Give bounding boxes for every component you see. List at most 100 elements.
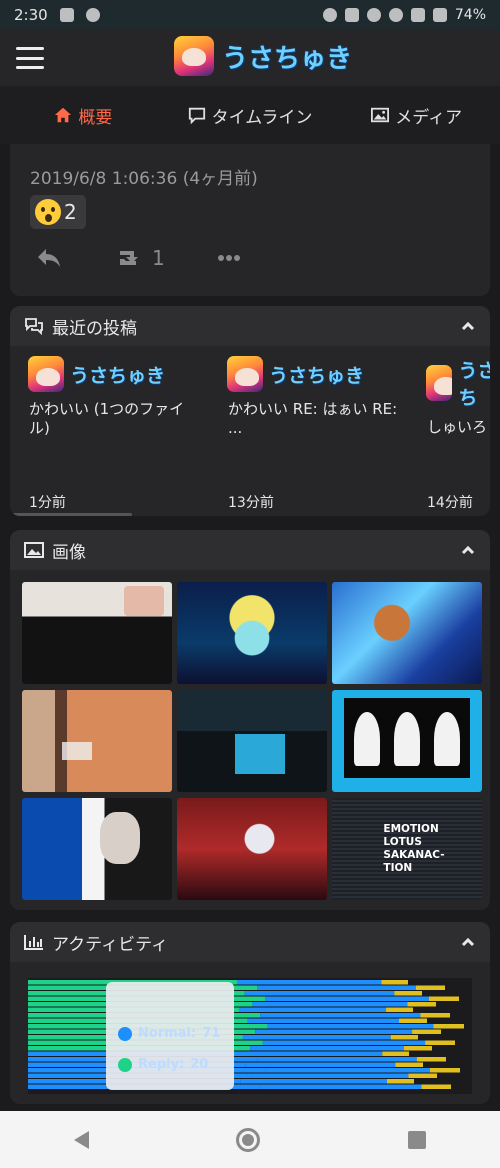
note-card[interactable]: うさち しゅいろ 14分前 <box>418 356 490 512</box>
tab-media-label: メディア <box>395 107 463 128</box>
activity-section: アクティビティ Normal: 71 Reply: 20 <box>10 922 490 1104</box>
surprised-face-icon <box>35 199 61 225</box>
recent-posts-header[interactable]: 最近の投稿 <box>10 306 490 346</box>
album-line: LOTUS <box>383 836 422 848</box>
activity-header[interactable]: アクティビティ <box>10 922 490 962</box>
tab-timeline-label: タイムライン <box>211 107 313 128</box>
activity-band <box>416 1057 446 1062</box>
image-grid: EMOTION LOTUS SAKANAC- TION <box>10 570 490 900</box>
note-user[interactable]: うさち <box>458 356 490 410</box>
retweet-icon <box>118 251 138 265</box>
activity-band <box>262 1040 426 1045</box>
wifi-icon <box>388 8 403 22</box>
activity-band <box>407 1002 436 1007</box>
activity-band <box>260 1013 421 1018</box>
more-button[interactable] <box>217 254 241 262</box>
activity-band <box>395 1062 423 1067</box>
album-cover-text: EMOTION LOTUS SAKANAC- TION <box>383 823 444 875</box>
system-nav-bar <box>0 1111 500 1168</box>
note-user[interactable]: うさちゅき <box>269 361 364 388</box>
status-time: 2:30 <box>14 6 48 24</box>
images-header[interactable]: 画像 <box>10 530 490 570</box>
image-thumbnail[interactable] <box>22 582 172 684</box>
tab-media[interactable]: メディア <box>333 86 500 144</box>
activity-band <box>415 985 445 990</box>
image-thumbnail[interactable] <box>22 798 172 900</box>
note-card[interactable]: うさちゅき かわいい (1つのファイル) 1分前 <box>20 356 209 512</box>
reaction-count: 2 <box>64 200 77 224</box>
activity-band <box>394 991 422 996</box>
bluetooth-icon <box>322 8 337 22</box>
post-actions: 1 <box>36 246 241 270</box>
image-thumbnail[interactable] <box>22 690 172 792</box>
activity-band <box>250 1046 404 1051</box>
image-thumbnail[interactable] <box>177 690 327 792</box>
chart-tooltip: Normal: 71 Reply: 20 <box>106 982 234 1090</box>
comments-icon <box>25 318 43 335</box>
note-time: 1分前 <box>29 495 66 511</box>
image-thumbnail[interactable]: EMOTION LOTUS SAKANAC- TION <box>332 798 482 900</box>
note-card[interactable]: うさちゅき かわいい RE: はぁい RE: ... 13分前 <box>219 356 408 512</box>
tab-bar: 概要 タイムライン メディア <box>0 86 500 144</box>
reply-icon <box>38 249 60 267</box>
tab-overview[interactable]: 概要 <box>0 86 167 144</box>
vibrate-icon <box>344 8 359 22</box>
image-thumbnail[interactable] <box>332 690 482 792</box>
signal-icon <box>410 8 425 22</box>
activity-band <box>244 991 395 996</box>
activity-band <box>381 980 408 985</box>
activity-chart[interactable] <box>28 978 472 1094</box>
user-avatar[interactable] <box>28 356 64 392</box>
activity-band <box>386 1007 413 1012</box>
reply-button[interactable] <box>36 247 62 269</box>
image-thumbnail[interactable] <box>332 582 482 684</box>
chevron-up-icon[interactable] <box>460 318 476 334</box>
tab-timeline[interactable]: タイムライン <box>167 86 334 144</box>
horizontal-scrollbar[interactable] <box>10 513 132 516</box>
brand-name: うさちゅき <box>222 43 353 74</box>
more-icon <box>217 255 240 261</box>
tooltip-normal-label: Normal: <box>138 1026 197 1041</box>
activity-band <box>412 1029 441 1034</box>
bar-chart-icon <box>24 935 43 950</box>
post-timestamp[interactable]: 2019/6/8 1:06:36 (4ヶ月前) <box>30 164 258 189</box>
brand-avatar <box>174 36 214 76</box>
battery-percent: 74% <box>454 7 486 23</box>
home-button-icon[interactable] <box>236 1127 261 1152</box>
album-line: SAKANAC- <box>383 849 445 861</box>
app-bar: うさちゅき <box>0 30 500 86</box>
tooltip-reply-value: 20 <box>190 1057 209 1072</box>
tooltip-normal-value: 71 <box>202 1026 221 1041</box>
chevron-up-icon[interactable] <box>460 542 476 558</box>
brand[interactable]: うさちゅき <box>174 36 352 76</box>
comment-icon <box>188 107 205 124</box>
activity-band <box>421 1084 451 1089</box>
activity-band <box>240 1079 387 1084</box>
renote-count: 1 <box>152 246 165 270</box>
user-avatar[interactable] <box>227 356 263 392</box>
user-avatar[interactable] <box>426 365 453 401</box>
images-title: 画像 <box>52 542 86 563</box>
album-line: EMOTION <box>383 823 439 835</box>
image-thumbnail[interactable] <box>177 798 327 900</box>
status-bar: 2:30 74% <box>0 0 500 30</box>
activity-band <box>265 1068 430 1073</box>
activity-band <box>252 1073 409 1078</box>
renote-button[interactable]: 1 <box>114 246 165 270</box>
dnd-icon <box>366 8 381 22</box>
activity-band <box>265 996 429 1001</box>
activity-band <box>260 1084 422 1089</box>
reply-dot <box>118 1057 132 1072</box>
post-card: 2019/6/8 1:06:36 (4ヶ月前) 2 1 <box>10 144 490 296</box>
note-text: かわいい (1つのファイル) <box>29 400 185 437</box>
note-user[interactable]: うさちゅき <box>70 361 165 388</box>
back-icon[interactable] <box>73 1130 89 1149</box>
hamburger-icon[interactable] <box>16 47 44 69</box>
note-text: かわいい RE: はぁい RE: ... <box>228 400 398 437</box>
activity-band <box>425 1040 455 1045</box>
recents-icon[interactable] <box>408 1130 427 1149</box>
reaction-button[interactable]: 2 <box>30 195 86 229</box>
image-thumbnail[interactable] <box>177 582 327 684</box>
chevron-up-icon[interactable] <box>460 934 476 950</box>
images-section: 画像 EMOTION LOTUS SAKANAC- TION <box>10 530 490 910</box>
